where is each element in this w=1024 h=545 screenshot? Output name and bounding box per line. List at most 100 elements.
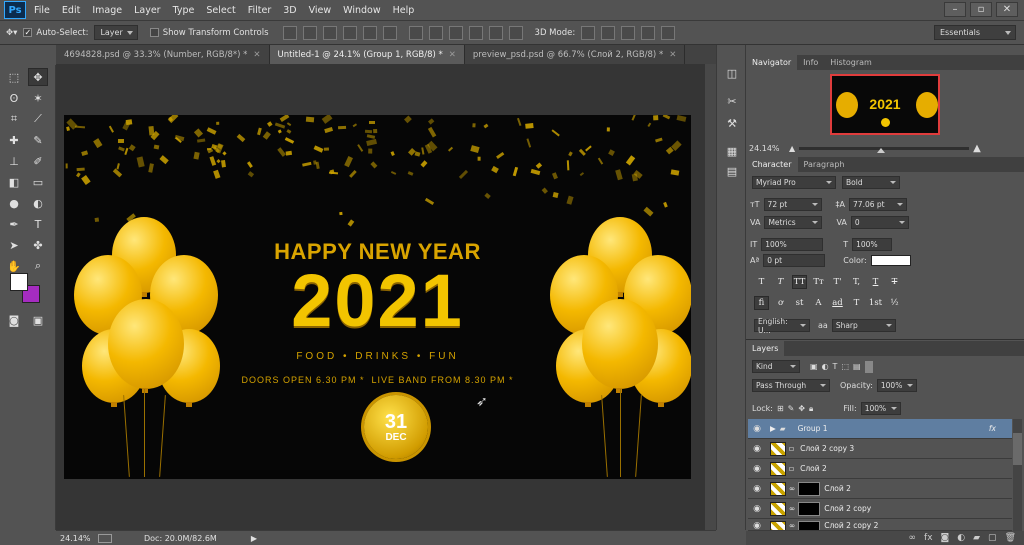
document-canvas[interactable]: HAPPY NEW YEAR 2021 FOOD • DRINKS • FUN … [64,115,691,479]
layer-row[interactable]: ◉ ▶ ▰ Group 1 fx [748,419,1012,439]
type-tool-icon[interactable]: T [28,215,48,233]
visibility-eye-icon[interactable]: ◉ [748,504,766,514]
layer-row[interactable]: ◉ ∞ Слой 2 copy 2 [748,519,1012,531]
slide-3d-icon[interactable] [641,25,656,40]
align-top-icon[interactable] [282,25,297,40]
scale-3d-icon[interactable] [661,25,676,40]
align-left-icon[interactable] [342,25,357,40]
visibility-eye-icon[interactable]: ◉ [748,521,766,530]
layer-filter-dropdown[interactable]: Kind [752,360,800,373]
align-hcenter-icon[interactable] [362,25,377,40]
filter-shape-icon[interactable]: ⬚ [841,362,849,371]
superscript-button[interactable]: T' [830,275,845,289]
font-style-dropdown[interactable]: Bold [842,176,900,189]
add-mask-icon[interactable]: ◙ [941,533,950,543]
magic-wand-icon[interactable]: ✶ [28,89,48,107]
distribute-left-icon[interactable] [468,25,483,40]
roll-3d-icon[interactable] [601,25,616,40]
blend-mode-dropdown[interactable]: Pass Through [752,379,830,392]
blur-tool-icon[interactable]: ● [4,194,24,212]
lasso-tool-icon[interactable]: ʘ [4,89,24,107]
distribute-vcenter-icon[interactable] [428,25,443,40]
opacity-field[interactable]: 100% [876,379,917,392]
zoom-in-icon[interactable]: ▲ [973,143,981,154]
healing-brush-icon[interactable]: ✚ [4,131,24,149]
ordinals-button[interactable]: 1st [868,296,883,310]
subscript-button[interactable]: T, [849,275,864,289]
layers-scrollbar[interactable] [1013,419,1022,531]
tab-paragraph[interactable]: Paragraph [798,157,851,172]
filter-smart-object-icon[interactable]: ▤ [853,362,861,371]
text-color-swatch[interactable] [870,255,911,266]
canvas-workspace[interactable]: HAPPY NEW YEAR 2021 FOOD • DRINKS • FUN … [56,64,716,530]
shape-tool-icon[interactable]: ✤ [28,236,48,254]
marquee-tool-icon[interactable]: ⬚ [4,68,24,86]
gradient-tool-icon[interactable]: ▭ [28,173,48,191]
close-tab-icon[interactable]: ✕ [253,50,260,60]
menu-3d[interactable]: 3D [283,5,296,16]
zoom-slider[interactable] [799,147,970,153]
distribute-right-icon[interactable] [508,25,523,40]
lock-image-icon[interactable]: ✎ [788,404,795,413]
tab-info[interactable]: Info [797,55,824,70]
ligatures-button[interactable]: fi [754,296,769,310]
lock-transparent-icon[interactable]: ⊞ [777,404,784,413]
menu-view[interactable]: View [309,5,332,16]
all-caps-button[interactable]: TT [792,275,807,289]
language-dropdown[interactable]: English: U... [754,317,810,335]
fractions-button[interactable]: ½ [887,296,902,310]
old-style-button[interactable]: ơ [773,296,788,310]
quick-mask-icon[interactable]: ◙ [4,311,24,329]
drag-3d-icon[interactable] [621,25,636,40]
tab-character[interactable]: Character [746,157,798,172]
auto-select-dropdown[interactable]: Layer [94,25,138,40]
chain-link-icon[interactable]: ∞ [789,504,795,513]
visibility-eye-icon[interactable]: ◉ [748,464,766,474]
auto-select-checkbox[interactable]: ✓ Auto-Select: [23,28,88,38]
workspace-dropdown[interactable]: Essentials [934,25,1016,40]
navigator-preview[interactable]: 2021 [830,74,940,135]
new-layer-icon[interactable]: ▢ [988,533,997,543]
zoom-out-icon[interactable]: ▲ [789,144,795,153]
clone-stamp-icon[interactable]: ⊥ [4,152,24,170]
expand-group-icon[interactable]: ▶ [770,424,776,433]
move-tool-icon[interactable]: ✥ [28,68,48,86]
tool-presets-icon[interactable]: ⚒ [724,115,740,131]
layer-row[interactable]: ◉ ▫ Слой 2 [748,459,1012,479]
tab-layers[interactable]: Layers [746,341,785,356]
menu-help[interactable]: Help [393,5,415,16]
layer-mask-thumbnail[interactable] [798,481,821,496]
new-group-icon[interactable]: ▰ [973,533,980,543]
underline-button[interactable]: T [868,275,883,289]
fx-icon[interactable]: fx [989,424,996,433]
stylistic-alternates-button[interactable]: ad [830,296,845,310]
add-style-icon[interactable]: fx [924,533,933,543]
font-size-field[interactable]: 72 pt [763,198,822,211]
strikethrough-button[interactable]: T [887,275,902,289]
layer-mask-thumbnail[interactable] [798,501,821,516]
pen-tool-icon[interactable]: ✒ [4,215,24,233]
visibility-eye-icon[interactable]: ◉ [748,484,766,494]
fill-field[interactable]: 100% [860,402,901,415]
eyedropper-icon[interactable]: ⟋ [28,110,48,128]
dodge-tool-icon[interactable]: ◐ [28,194,48,212]
tab-document-2[interactable]: Untitled-1 @ 24.1% (Group 1, RGB/8) * ✕ [269,45,465,64]
actions-icon[interactable]: ▤ [724,163,740,179]
filter-type-icon[interactable]: T [833,362,838,371]
align-bottom-icon[interactable] [322,25,337,40]
leading-field[interactable]: 77.06 pt [849,198,908,211]
distribute-hcenter-icon[interactable] [488,25,503,40]
font-family-dropdown[interactable]: Myriad Pro [752,176,836,189]
history-brush-icon[interactable]: ✐ [28,152,48,170]
menu-file[interactable]: File [34,5,50,16]
antialias-dropdown[interactable]: Sharp [831,319,896,332]
crop-tool-icon[interactable]: ⌗ [4,110,24,128]
layer-mask-thumbnail[interactable] [798,521,821,530]
menu-window[interactable]: Window [343,5,380,16]
show-transform-checkbox[interactable]: Show Transform Controls [149,28,269,38]
close-tab-icon[interactable]: ✕ [449,50,456,60]
discretionary-ligatures-button[interactable]: st [792,296,807,310]
move-tool-preset-icon[interactable]: ✥▾ [6,28,17,38]
link-layers-icon[interactable]: ∞ [909,533,917,543]
lock-all-icon[interactable]: 🔒︎ [809,404,813,414]
